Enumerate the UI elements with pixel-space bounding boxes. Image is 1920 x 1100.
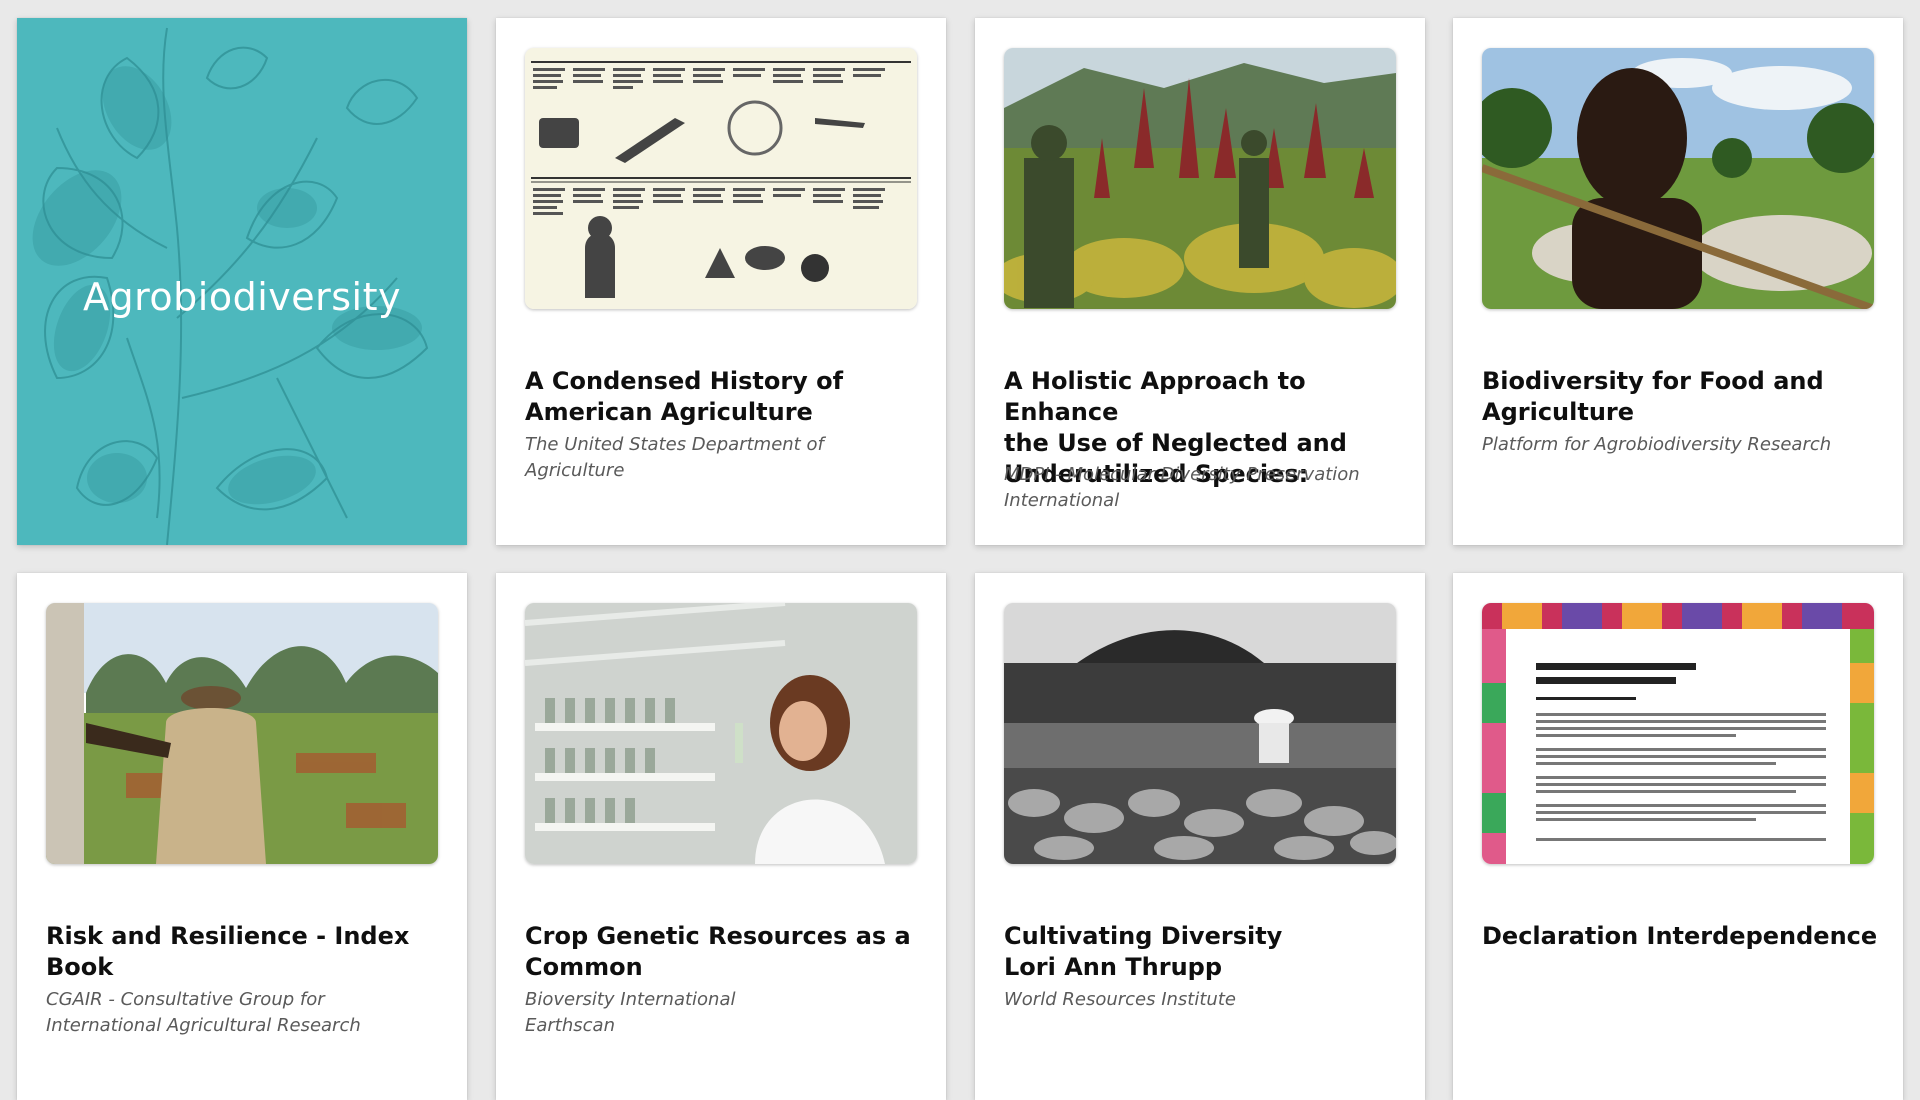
resource-card[interactable]: A Holistic Approach to Enhance the Use o… xyxy=(975,18,1425,545)
card-source: MDPI - Molecular Diversity Preservation … xyxy=(1004,464,1360,511)
farmer-valley-photo xyxy=(46,603,438,864)
lab-scientist-photo xyxy=(525,603,917,864)
cover-title: Agrobiodiversity xyxy=(83,275,401,319)
amaranth-field-photo xyxy=(1004,48,1396,309)
card-title[interactable]: Crop Genetic Resources as a Common xyxy=(525,921,925,983)
resource-card[interactable]: Declaration Interdependence xyxy=(1453,573,1903,1100)
declaration-document-image xyxy=(1482,603,1874,864)
herder-boy-photo xyxy=(1482,48,1874,309)
resource-card-grid: Agrobiodiversity A Condensed History of … xyxy=(0,0,1920,1100)
card-source: The United States Department of Agricult… xyxy=(525,434,824,481)
timeline-chart-image xyxy=(525,48,917,309)
resource-card[interactable]: Cultivating Diversity Lori Ann Thrupp Wo… xyxy=(975,573,1425,1100)
card-source: Platform for Agrobiodiversity Research xyxy=(1482,434,1832,455)
card-title[interactable]: A Condensed History of American Agricult… xyxy=(525,366,925,428)
card-title[interactable]: Biodiversity for Food and Agriculture xyxy=(1482,366,1882,428)
field-worker-bw-photo xyxy=(1004,603,1396,864)
card-title[interactable]: Declaration Interdependence xyxy=(1482,921,1882,952)
card-source: World Resources Institute xyxy=(1004,989,1236,1010)
resource-card[interactable]: Crop Genetic Resources as a Common Biove… xyxy=(496,573,946,1100)
resource-card[interactable]: Biodiversity for Food and Agriculture Pl… xyxy=(1453,18,1903,545)
card-title[interactable]: Cultivating Diversity Lori Ann Thrupp xyxy=(1004,921,1404,983)
card-source: CGAIR - Consultative Group for Internati… xyxy=(46,989,361,1036)
card-title[interactable]: Risk and Resilience - Index Book xyxy=(46,921,446,983)
card-source: Bioversity International Earthscan xyxy=(525,989,736,1036)
agrobiodiversity-cover-card[interactable]: Agrobiodiversity xyxy=(17,18,467,545)
resource-card[interactable]: A Condensed History of American Agricult… xyxy=(496,18,946,545)
resource-card[interactable]: Risk and Resilience - Index Book CGAIR -… xyxy=(17,573,467,1100)
